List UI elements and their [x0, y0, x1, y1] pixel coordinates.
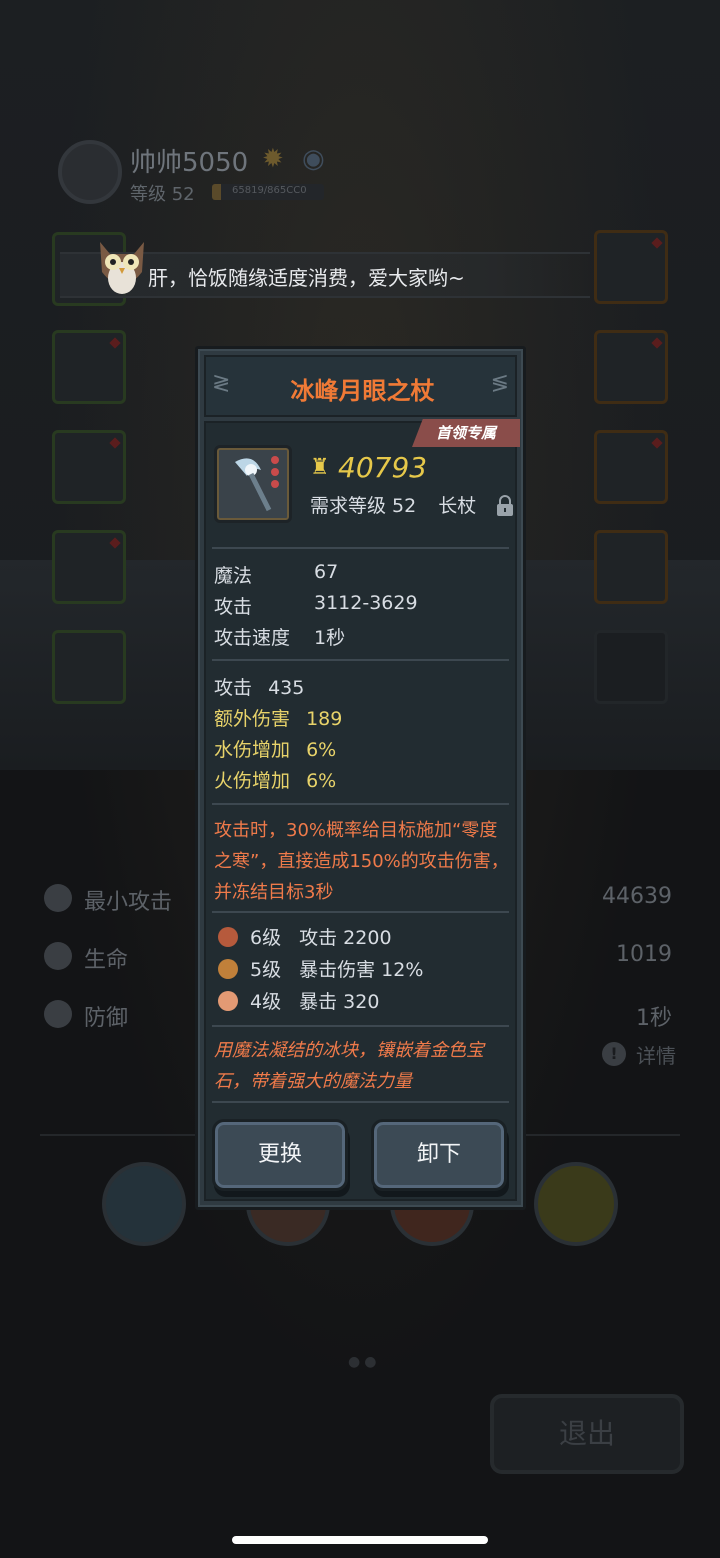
- separator: [212, 1025, 509, 1027]
- exit-button[interactable]: 退出: [490, 1394, 684, 1474]
- equip-slot-ring[interactable]: [594, 330, 668, 404]
- stat-value-min-attack: 44639: [602, 884, 672, 909]
- equip-slot-helmet[interactable]: [52, 630, 126, 704]
- gem-icon: [109, 537, 121, 549]
- bonus-attack: 攻击 435: [214, 673, 304, 700]
- rank-badge-icon: ✹: [262, 144, 284, 174]
- ornament-right-icon: ≶: [490, 371, 509, 396]
- stat-attack-label: 攻击: [214, 596, 253, 618]
- skill-orb-poison[interactable]: [534, 1162, 618, 1246]
- owl-mascot-icon: [100, 242, 144, 294]
- player-name: 帅帅5050: [130, 148, 249, 178]
- stat-attack-speed-value: 1秒: [314, 627, 346, 649]
- separator: [212, 803, 509, 805]
- separator: [212, 911, 509, 913]
- gem-level: 4级: [250, 991, 282, 1013]
- unequip-button[interactable]: 卸下: [371, 1119, 507, 1191]
- player-level: 等级 52: [130, 184, 195, 205]
- equip-slot-amulet[interactable]: [594, 530, 668, 604]
- page-dots: ●●: [348, 1354, 381, 1370]
- stat-value-hp: 1019: [616, 942, 672, 967]
- exp-text: 65819/865CC0: [232, 185, 307, 196]
- separator: [212, 1101, 509, 1103]
- info-icon[interactable]: !: [602, 1042, 626, 1066]
- replace-button[interactable]: 更换: [212, 1119, 348, 1191]
- sword-icon: [44, 884, 72, 912]
- moon-badge-icon: ◉: [302, 144, 325, 174]
- staff-art: [235, 456, 279, 512]
- gem-icon: [109, 437, 121, 449]
- gem-effect: 攻击 2200: [299, 927, 392, 949]
- stat-magic-label: 魔法: [214, 565, 253, 587]
- gem-row-2: 5级 暴击伤害 12%: [218, 955, 423, 982]
- gem-icon: [651, 237, 663, 249]
- gem-effect: 暴击伤害 12%: [299, 959, 424, 981]
- equip-slot-necklace[interactable]: [594, 430, 668, 504]
- bonus-fire-damage-value: 6%: [306, 770, 337, 792]
- gem-amber-icon: [218, 959, 238, 979]
- stat-attack-speed-label: 攻击速度: [214, 627, 291, 649]
- player-avatar[interactable]: [58, 140, 122, 204]
- equip-slot-empty[interactable]: [594, 630, 668, 704]
- gem-effect: 暴击 320: [299, 991, 380, 1013]
- gem-row-1: 6级 攻击 2200: [218, 923, 392, 950]
- stat-label-defense: 防御: [84, 1006, 129, 1031]
- gem-coral-icon: [218, 991, 238, 1011]
- skill-effect-text: 攻击时，30%概率给目标施加“零度之寒”，直接造成150%的攻击伤害，并冻结目标…: [214, 820, 509, 903]
- detail-link[interactable]: 详情: [636, 1040, 676, 1069]
- gem-level: 5级: [250, 959, 282, 981]
- bonus-water-damage: 水伤增加 6%: [214, 735, 336, 762]
- bonus-attack-value: 435: [268, 677, 305, 699]
- separator: [212, 547, 509, 549]
- gem-row-3: 4级 暴击 320: [218, 987, 379, 1014]
- equip-slot-armor[interactable]: [52, 330, 126, 404]
- lock-icon[interactable]: [496, 495, 514, 517]
- item-name: 冰峰月眼之杖: [290, 377, 435, 405]
- equip-slot-gloves[interactable]: [52, 530, 126, 604]
- item-requirement: 需求等级 52 长杖: [310, 491, 476, 518]
- stat-magic-value: 67: [314, 561, 339, 583]
- bonus-water-damage-value: 6%: [306, 739, 337, 761]
- stat-attack-value: 3112-3629: [314, 592, 418, 614]
- gem-level: 6级: [250, 927, 282, 949]
- gold-coin-icon: ♜: [310, 455, 330, 480]
- stat-label-hp: 生命: [84, 948, 129, 973]
- gem-icon: [651, 437, 663, 449]
- bonus-extra-damage: 额外伤害 189: [214, 704, 342, 731]
- skill-orb-ice[interactable]: [102, 1162, 186, 1246]
- home-indicator[interactable]: [232, 1536, 488, 1544]
- equip-slot-staff[interactable]: [594, 230, 668, 304]
- required-level: 需求等级 52: [310, 495, 417, 517]
- equip-slot-boots[interactable]: [52, 430, 126, 504]
- bonus-fire-damage-label: 火伤增加: [214, 770, 291, 792]
- bonus-extra-damage-value: 189: [306, 708, 343, 730]
- item-detail-modal: ≷ 冰峰月眼之杖 ≶ 首领专属 ♜ 40793 需求等级 52 长杖 魔法 67…: [195, 346, 526, 1210]
- separator: [212, 659, 509, 661]
- modal-header: ≷ 冰峰月眼之杖 ≶: [204, 355, 517, 417]
- item-type: 长杖: [438, 495, 477, 517]
- announcement-text: 肝，恰饭随缘适度消费，爱大家哟~: [148, 266, 465, 290]
- exp-bar-fill: [212, 184, 221, 200]
- gem-ruby-icon: [218, 927, 238, 947]
- gem-icon: [651, 337, 663, 349]
- item-price: 40793: [338, 451, 428, 484]
- item-flavor-text: 用魔法凝结的冰块，镶嵌着金色宝石，带着强大的魔法力量: [214, 1040, 484, 1092]
- heart-icon: [44, 942, 72, 970]
- bonus-water-damage-label: 水伤增加: [214, 739, 291, 761]
- stat-label-min-attack: 最小攻击: [84, 890, 173, 915]
- bonus-attack-label: 攻击: [214, 677, 253, 699]
- bonus-extra-damage-label: 额外伤害: [214, 708, 291, 730]
- boss-exclusive-tag: 首领专属: [412, 419, 520, 447]
- staff-icon: [214, 445, 292, 523]
- stat-value-defense: 1秒: [636, 1006, 672, 1031]
- gem-icon: [109, 337, 121, 349]
- bonus-fire-damage: 火伤增加 6%: [214, 766, 336, 793]
- shield-icon: [44, 1000, 72, 1028]
